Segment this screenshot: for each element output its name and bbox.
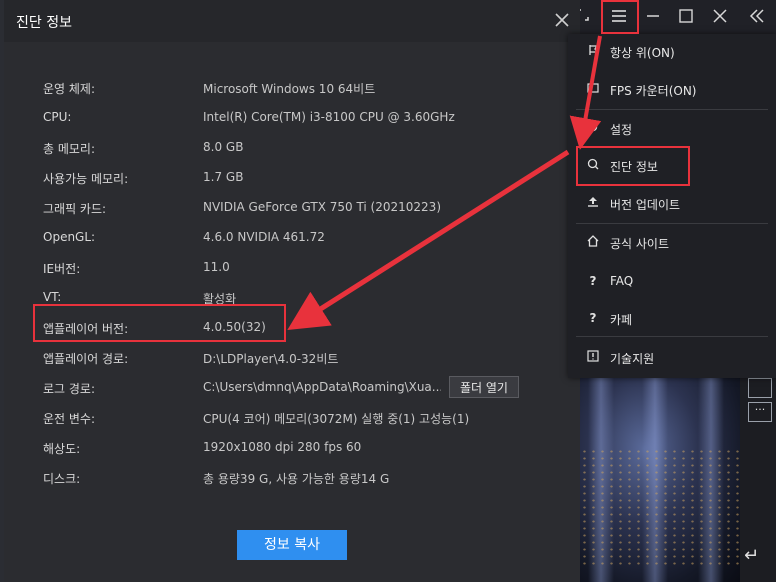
annotation-arrows bbox=[287, 35, 602, 331]
arrow-to-player-version bbox=[287, 149, 570, 331]
arrow-to-diagnostic-menu bbox=[569, 35, 602, 150]
